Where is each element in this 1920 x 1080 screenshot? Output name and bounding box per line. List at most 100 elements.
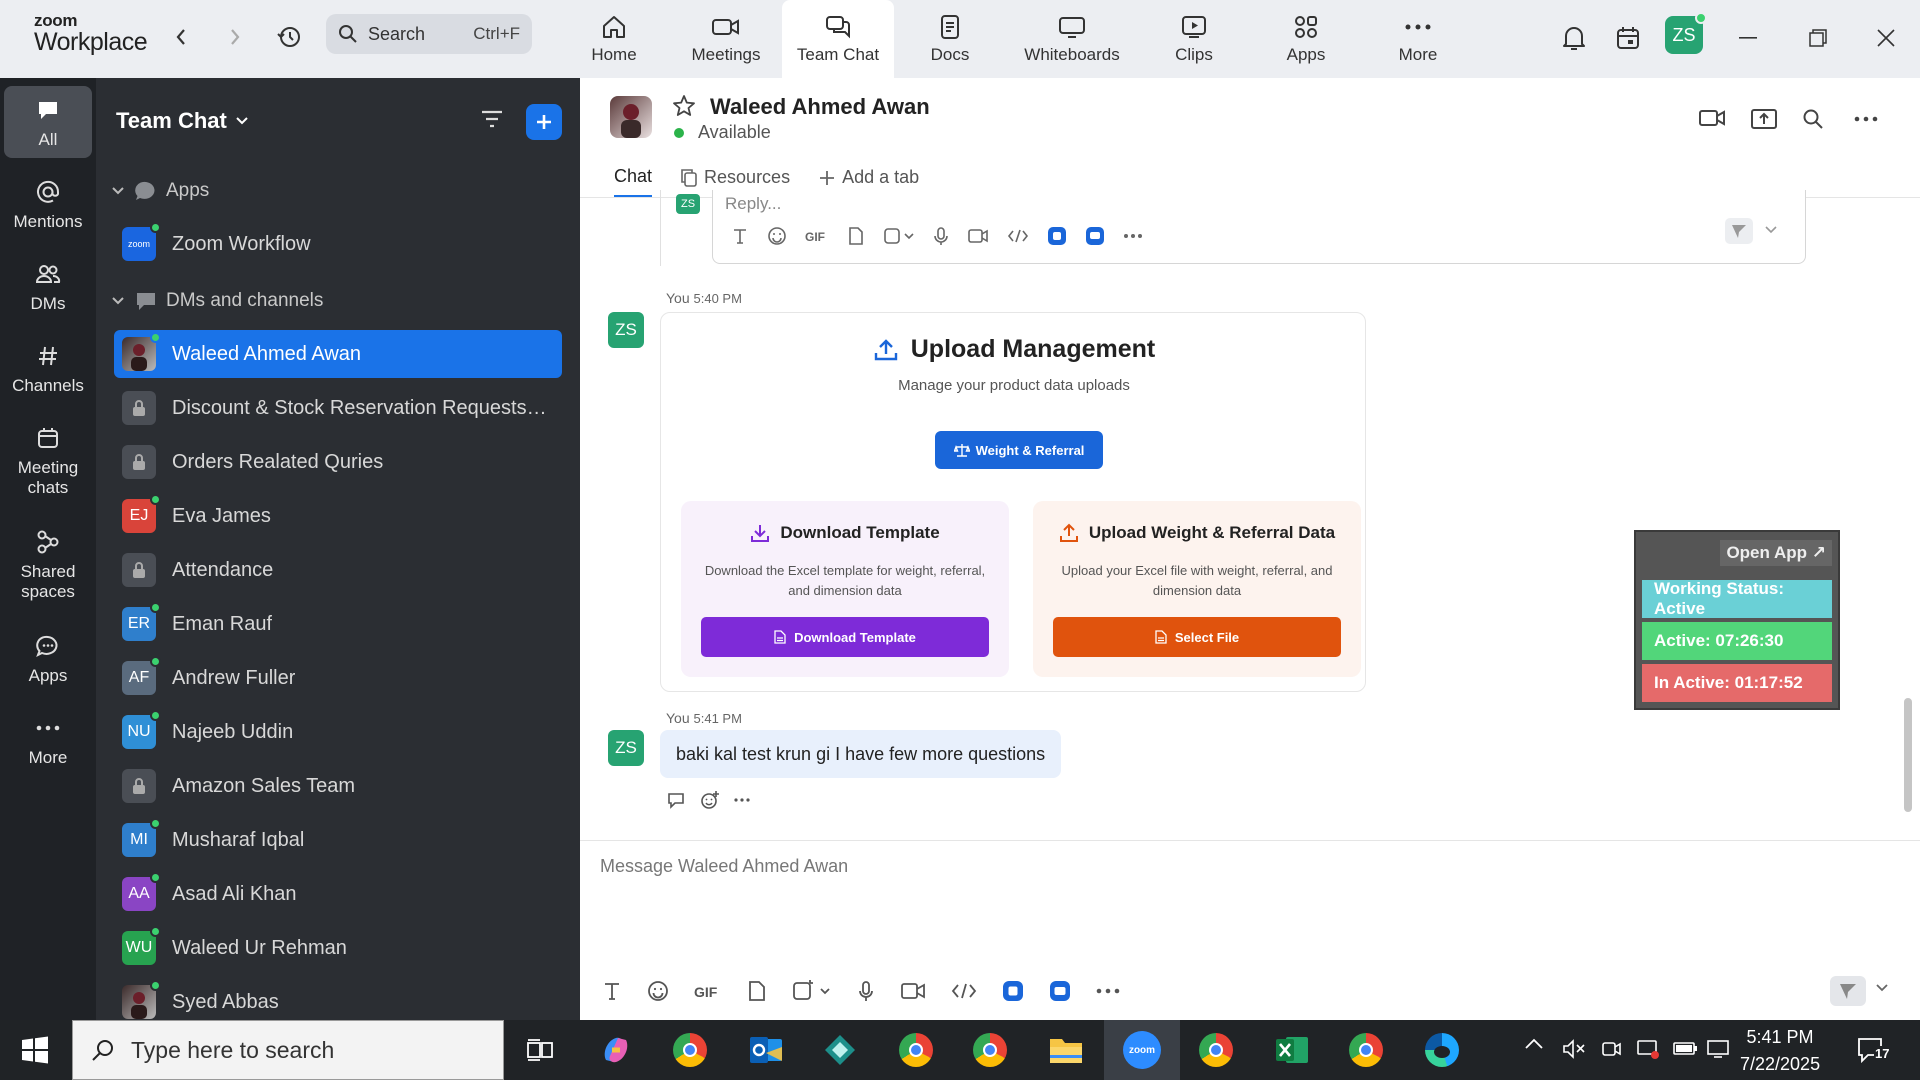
microphone-icon[interactable] — [857, 980, 875, 1002]
rail-more[interactable]: More — [4, 712, 92, 768]
chrome-icon[interactable] — [668, 1028, 712, 1072]
rail-mentions[interactable]: Mentions — [4, 176, 92, 232]
message-avatar[interactable]: ZS — [608, 312, 644, 348]
contact-avatar[interactable] — [610, 96, 652, 138]
gif-icon[interactable]: GIF — [694, 983, 722, 999]
message-avatar[interactable]: ZS — [608, 730, 644, 766]
list-item[interactable]: AA Asad Ali Khan — [114, 870, 562, 918]
open-app-button[interactable]: Open App ↗ — [1720, 540, 1832, 566]
microphone-icon[interactable] — [933, 226, 949, 246]
notification-center-icon[interactable]: 17 — [1856, 1036, 1891, 1064]
nav-meetings[interactable]: Meetings — [670, 0, 782, 78]
contact-name[interactable]: Waleed Ahmed Awan — [710, 94, 930, 120]
app-chat-icon[interactable] — [1049, 980, 1071, 1002]
chat-scrollbar[interactable] — [1904, 698, 1912, 812]
taskbar-search-input[interactable]: Type here to search — [72, 1020, 504, 1080]
code-icon[interactable] — [1007, 227, 1029, 245]
rail-shared-spaces[interactable]: Shared spaces — [4, 526, 92, 603]
screenshot-icon[interactable] — [792, 980, 832, 1002]
file-icon[interactable] — [747, 980, 767, 1002]
nav-home[interactable]: Home — [558, 0, 670, 78]
taskbar-clock[interactable]: 5:41 PM 7/22/2025 — [1740, 1024, 1820, 1078]
filter-icon[interactable] — [480, 108, 504, 130]
section-apps[interactable]: Apps — [112, 180, 209, 202]
list-item[interactable]: EJ Eva James — [114, 492, 562, 540]
meet-now-icon[interactable] — [1600, 1038, 1622, 1060]
user-avatar[interactable]: ZS — [1665, 12, 1707, 54]
outlook-icon[interactable] — [744, 1028, 788, 1072]
rail-all[interactable]: All — [4, 86, 92, 159]
section-dms-channels[interactable]: DMs and channels — [112, 290, 323, 312]
file-icon[interactable] — [847, 226, 865, 246]
nav-clips[interactable]: Clips — [1138, 0, 1250, 78]
download-template-button[interactable]: Download Template — [701, 617, 989, 657]
volume-muted-icon[interactable] — [1562, 1038, 1586, 1060]
message-more-icon[interactable] — [734, 798, 750, 802]
diamond-app-icon[interactable] — [818, 1028, 862, 1072]
search-chat-icon[interactable] — [1802, 108, 1824, 130]
text-format-icon[interactable] — [602, 981, 622, 1001]
network-icon[interactable] — [1706, 1038, 1732, 1058]
battery-icon[interactable] — [1672, 1038, 1698, 1058]
list-item[interactable]: Attendance — [114, 546, 562, 594]
app-blue-icon[interactable] — [1047, 226, 1067, 246]
rail-meeting-chats[interactable]: Meeting chats — [4, 422, 92, 499]
nav-docs[interactable]: Docs — [894, 0, 1006, 78]
weight-referral-button[interactable]: Weight & Referral — [935, 431, 1103, 469]
list-item-zoom-workflow[interactable]: zoom Zoom Workflow — [114, 220, 562, 268]
reply-send-options-icon[interactable] — [1765, 226, 1777, 234]
edge-icon[interactable] — [1420, 1028, 1464, 1072]
task-view-icon[interactable] — [518, 1028, 562, 1072]
more-tools-icon[interactable] — [1123, 233, 1143, 239]
app-blue-icon[interactable] — [1002, 980, 1024, 1002]
video-call-icon[interactable] — [1698, 108, 1726, 128]
nav-team-chat[interactable]: Team Chat — [782, 0, 894, 78]
reply-input[interactable]: Reply... GIF — [712, 190, 1806, 264]
list-item[interactable]: Orders Realated Quries — [114, 438, 562, 486]
reply-send-icon[interactable] — [1725, 218, 1753, 244]
chrome-profile-icon[interactable] — [894, 1028, 938, 1072]
zoom-taskbar-icon[interactable]: zoom — [1104, 1020, 1180, 1080]
tray-chevron-up-icon[interactable] — [1524, 1038, 1544, 1050]
history-icon[interactable] — [274, 22, 304, 52]
chat-list-title[interactable]: Team Chat — [116, 108, 249, 134]
forward-arrow-icon[interactable] — [220, 22, 250, 52]
restore-icon[interactable] — [1798, 18, 1838, 58]
list-item[interactable]: Discount & Stock Reservation Requests O.… — [114, 384, 562, 432]
list-item[interactable]: Syed Abbas — [114, 978, 562, 1020]
nav-more[interactable]: More — [1362, 0, 1474, 78]
minimize-icon[interactable] — [1728, 18, 1768, 58]
screen-record-icon[interactable] — [1636, 1038, 1660, 1060]
list-item[interactable]: AF Andrew Fuller — [114, 654, 562, 702]
add-reaction-icon[interactable] — [700, 790, 720, 810]
video-message-icon[interactable] — [900, 981, 926, 1001]
emoji-icon[interactable] — [647, 980, 669, 1002]
bell-icon[interactable] — [1556, 20, 1592, 56]
message-input[interactable]: Message Waleed Ahmed Awan — [600, 856, 848, 877]
video-message-icon[interactable] — [967, 227, 989, 245]
list-item[interactable]: NU Najeeb Uddin — [114, 708, 562, 756]
close-icon[interactable] — [1866, 18, 1906, 58]
list-item[interactable]: MI Musharaf Iqbal — [114, 816, 562, 864]
list-item[interactable]: Amazon Sales Team — [114, 762, 562, 810]
list-item[interactable]: Waleed Ahmed Awan — [114, 330, 562, 378]
windows-start-icon[interactable] — [12, 1032, 58, 1068]
list-item[interactable]: ER Eman Rauf — [114, 600, 562, 648]
excel-icon[interactable] — [1270, 1028, 1314, 1072]
select-file-button[interactable]: Select File — [1053, 617, 1341, 657]
send-options-icon[interactable] — [1876, 984, 1888, 992]
search-input[interactable]: Search Ctrl+F — [326, 14, 532, 54]
back-arrow-icon[interactable] — [166, 22, 196, 52]
rail-dms[interactable]: DMs — [4, 258, 92, 314]
more-options-icon[interactable] — [1854, 116, 1878, 122]
gif-icon[interactable]: GIF — [805, 229, 829, 243]
chrome-profile-2-icon[interactable] — [968, 1028, 1012, 1072]
chrome-3-icon[interactable] — [1194, 1028, 1238, 1072]
more-tools-icon[interactable] — [1096, 988, 1120, 994]
screenshot-icon[interactable] — [883, 226, 915, 246]
new-chat-button[interactable] — [526, 104, 562, 140]
nav-whiteboards[interactable]: Whiteboards — [1006, 0, 1138, 78]
reply-icon[interactable] — [666, 791, 686, 809]
message-bubble[interactable]: baki kal test krun gi I have few more qu… — [660, 730, 1062, 778]
emoji-icon[interactable] — [767, 226, 787, 246]
